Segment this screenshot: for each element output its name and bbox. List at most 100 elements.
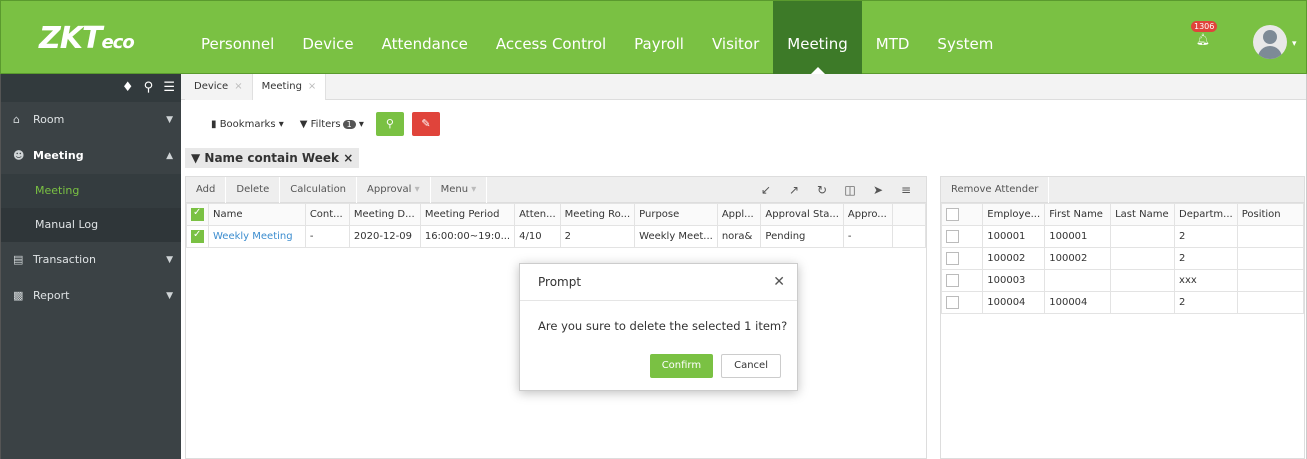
row-checkbox[interactable] xyxy=(946,230,959,243)
people-icon: ☻ xyxy=(13,149,25,162)
column-header[interactable]: Appro... xyxy=(842,203,893,226)
column-header[interactable]: Cont... xyxy=(304,203,350,226)
column-header[interactable]: Departm... xyxy=(1174,203,1238,226)
row-checkbox[interactable] xyxy=(946,274,959,287)
nav-meeting[interactable]: Meeting xyxy=(773,1,862,75)
nav-payroll[interactable]: Payroll xyxy=(620,1,698,75)
sidebar-item-room[interactable]: ⌂ Room ▼ xyxy=(1,102,181,138)
active-filter-chip[interactable]: ▼ Name contain Week × xyxy=(185,148,360,168)
table-cell-empty xyxy=(891,225,927,248)
export-icon[interactable]: ➤ xyxy=(864,183,892,197)
tab-device[interactable]: Device × xyxy=(185,74,253,100)
row-select-cell[interactable] xyxy=(940,269,984,292)
table-cell: 2 xyxy=(1174,247,1238,270)
list-icon[interactable]: ☰ xyxy=(163,80,175,95)
columns-icon[interactable]: ◫ xyxy=(836,183,864,197)
select-all-checkbox[interactable] xyxy=(191,207,204,221)
calculation-button[interactable]: Calculation xyxy=(280,176,358,203)
close-icon[interactable]: ✕ xyxy=(773,264,785,301)
tab-meeting[interactable]: Meeting × xyxy=(252,74,327,100)
sidebar-item-manual-log[interactable]: Manual Log xyxy=(1,208,181,242)
select-all-cell[interactable] xyxy=(940,203,984,226)
clear-filter-button[interactable]: ✎ xyxy=(411,112,440,136)
row-select-cell[interactable] xyxy=(940,291,984,314)
sidebar-item-meeting[interactable]: Meeting xyxy=(1,174,181,208)
chevron-down-icon[interactable]: ▾ xyxy=(1292,39,1297,49)
chevron-down-icon: ▼ xyxy=(166,255,173,265)
filters-label: Filters xyxy=(310,118,341,130)
table-cell xyxy=(1110,291,1176,314)
approval-dropdown[interactable]: Approval xyxy=(357,176,431,203)
row-checkbox[interactable] xyxy=(191,229,204,243)
sidebar-item-report[interactable]: ▩ Report ▼ xyxy=(1,278,181,314)
eraser-icon: ✎ xyxy=(421,117,431,130)
select-all-checkbox[interactable] xyxy=(946,208,959,221)
add-button[interactable]: Add xyxy=(186,176,227,203)
sidebar-item-transaction[interactable]: ▤ Transaction ▼ xyxy=(1,242,181,278)
column-header[interactable]: Meeting Ro... xyxy=(559,203,636,226)
column-header[interactable]: Meeting D... xyxy=(348,203,421,226)
row-checkbox[interactable] xyxy=(946,296,959,309)
filters-dropdown[interactable]: ▼ Filters 1 ▾ xyxy=(300,119,364,130)
column-header[interactable]: Name xyxy=(208,203,306,226)
column-header[interactable]: Meeting Period xyxy=(419,203,516,226)
search-button[interactable]: ⚲ xyxy=(375,112,404,136)
search-icon[interactable]: ⚲ xyxy=(144,80,154,95)
bell-icon: 🔔︎ xyxy=(1196,33,1210,46)
bookmarks-dropdown[interactable]: ▮ Bookmarks ▾ xyxy=(211,119,284,130)
column-header[interactable]: Appl... xyxy=(716,203,762,226)
column-header[interactable]: Atten... xyxy=(514,203,561,226)
sidebar-item-meeting-group[interactable]: ☻ Meeting ▲ xyxy=(1,138,181,174)
nav-mtd[interactable]: MTD xyxy=(862,1,924,75)
chevron-up-icon: ▲ xyxy=(166,151,173,161)
meeting-grid-toolbar: Add Delete Calculation Approval Menu ↙ ↗… xyxy=(186,176,926,203)
expand-icon[interactable]: ↗ xyxy=(780,183,808,197)
close-icon[interactable]: × xyxy=(308,81,316,92)
user-avatar-icon[interactable] xyxy=(1253,25,1287,59)
table-row[interactable]: 100001 100001 2 xyxy=(940,225,1305,248)
close-icon[interactable]: × xyxy=(343,151,353,165)
confirm-button[interactable]: Confirm xyxy=(649,354,714,378)
row-select-cell[interactable] xyxy=(940,247,984,270)
collapse-icon[interactable]: ↙ xyxy=(752,183,780,197)
settings-sliders-icon[interactable]: ≡ xyxy=(892,183,920,197)
meeting-table: Name Cont... Meeting D... Meeting Period… xyxy=(186,203,927,248)
remove-attender-button[interactable]: Remove Attender xyxy=(941,176,1050,203)
nav-attendance[interactable]: Attendance xyxy=(368,1,482,75)
nav-system[interactable]: System xyxy=(923,1,1007,75)
row-checkbox[interactable] xyxy=(946,252,959,265)
table-row[interactable]: 100004 100004 2 xyxy=(940,291,1305,314)
main-nav: Personnel Device Attendance Access Contr… xyxy=(187,1,1007,75)
menu-dropdown[interactable]: Menu xyxy=(431,176,488,203)
column-header[interactable]: Employe... xyxy=(982,203,1046,226)
nav-access-control[interactable]: Access Control xyxy=(482,1,620,75)
cancel-button[interactable]: Cancel xyxy=(721,354,781,378)
nav-visitor[interactable]: Visitor xyxy=(698,1,773,75)
column-header-empty xyxy=(891,203,927,226)
close-icon[interactable]: × xyxy=(234,81,242,92)
column-header[interactable]: Last Name xyxy=(1110,203,1176,226)
select-all-cell[interactable] xyxy=(186,203,209,226)
table-row[interactable]: 100002 100002 2 xyxy=(940,247,1305,270)
sidebar: ♦ ⚲ ☰ ⌂ Room ▼ ☻ Meeting ▲ Meeting Manual … xyxy=(0,74,181,459)
table-row[interactable]: Weekly Meeting - 2020-12-09 16:00:00~19:… xyxy=(186,225,927,248)
column-header[interactable]: Purpose xyxy=(634,203,718,226)
column-header[interactable]: Approval Sta... xyxy=(760,203,844,226)
delete-button[interactable]: Delete xyxy=(226,176,281,203)
row-select-cell[interactable] xyxy=(940,225,984,248)
table-cell xyxy=(1110,247,1176,270)
refresh-icon[interactable]: ↻ xyxy=(808,183,836,197)
column-header[interactable]: First Name xyxy=(1044,203,1112,226)
home-icon: ⌂ xyxy=(13,113,20,126)
notification-button[interactable]: 1306 🔔︎ xyxy=(1191,21,1218,47)
attender-grid: Remove Attender Employe... First Name La… xyxy=(940,176,1305,459)
tag-icon[interactable]: ♦ xyxy=(122,80,134,95)
row-select-cell[interactable] xyxy=(186,225,209,248)
table-header-row: Name Cont... Meeting D... Meeting Period… xyxy=(186,203,927,226)
meeting-name-link[interactable]: Weekly Meeting xyxy=(208,225,306,248)
column-header[interactable]: Position xyxy=(1236,203,1305,226)
chevron-down-icon: ▼ xyxy=(166,291,173,301)
nav-personnel[interactable]: Personnel xyxy=(187,1,288,75)
table-row[interactable]: 100003 xxx xyxy=(940,269,1305,292)
nav-device[interactable]: Device xyxy=(288,1,367,75)
